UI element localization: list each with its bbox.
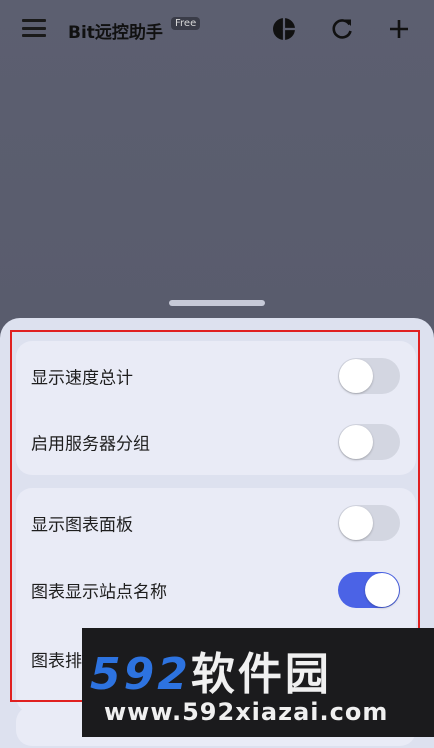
setting-label: 图表排	[31, 651, 82, 672]
watermark-url: www.592xiazai.com	[104, 698, 389, 726]
watermark: 592软件园 www.592xiazai.com	[82, 628, 434, 737]
setting-label: 显示图表面板	[31, 515, 133, 536]
menu-icon[interactable]	[22, 19, 46, 37]
server-group-toggle[interactable]	[338, 424, 400, 460]
speed-total-toggle[interactable]	[338, 358, 400, 394]
toggle-knob	[339, 359, 373, 393]
chart-panel-toggle[interactable]	[338, 505, 400, 541]
refresh-icon[interactable]	[329, 16, 355, 42]
free-badge: Free	[171, 17, 201, 30]
top-app-bar: Bit远控助手 Free	[0, 0, 434, 58]
setting-label: 显示速度总计	[31, 368, 133, 389]
setting-row-speed-total[interactable]: 显示速度总计	[16, 343, 416, 409]
watermark-logo: 592软件园	[90, 638, 332, 702]
watermark-numbers: 592	[90, 649, 191, 700]
app-title: Bit远控助手	[68, 23, 163, 43]
setting-row-server-group[interactable]: 启用服务器分组	[16, 409, 416, 475]
chart-site-name-toggle[interactable]	[338, 572, 400, 608]
toggle-knob	[339, 425, 373, 459]
setting-label: 图表显示站点名称	[31, 582, 167, 603]
toggle-knob	[339, 506, 373, 540]
pie-chart-icon[interactable]	[271, 16, 297, 42]
plus-icon[interactable]	[386, 16, 412, 42]
setting-label: 启用服务器分组	[31, 434, 150, 455]
settings-card-general: 显示速度总计 启用服务器分组	[16, 341, 416, 475]
setting-row-chart-site-name[interactable]: 图表显示站点名称	[16, 557, 416, 623]
setting-row-chart-panel[interactable]: 显示图表面板	[16, 490, 416, 556]
toggle-knob	[365, 573, 399, 607]
sheet-drag-handle[interactable]	[169, 300, 265, 306]
watermark-chinese: 软件园	[190, 649, 332, 700]
